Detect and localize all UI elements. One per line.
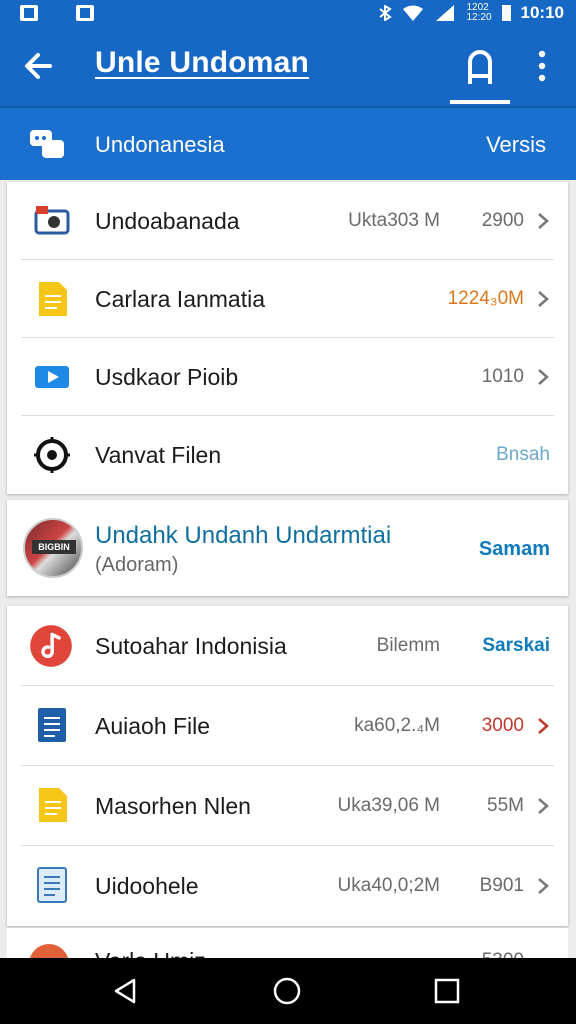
item-count: 1224₃0M: [447, 288, 524, 309]
target-icon: [34, 437, 70, 473]
nav-back-icon[interactable]: [110, 976, 140, 1006]
item-name: Uidoohele: [95, 872, 199, 899]
item-count: 1010: [481, 366, 524, 387]
avatar-label: BIGBIN: [32, 540, 76, 554]
item-name: Carlara Ianmatia: [95, 285, 266, 312]
camera-icon: [34, 206, 70, 235]
list-item[interactable]: Sutoahar Indonisia Bilemm Sarskai: [7, 606, 568, 686]
list-item[interactable]: Undoabanada Ukta303 M 2900: [7, 182, 568, 260]
subheader-title: Undonanesia: [95, 132, 225, 157]
item-count: 5300: [482, 950, 524, 958]
list-item[interactable]: Masorhen Nlen Uka39,06 M 55M: [7, 766, 568, 846]
item-name: Varla Umiz: [95, 948, 206, 958]
list-item[interactable]: Usdkaor Pioib 1010: [7, 338, 568, 416]
item-count: B901: [479, 875, 524, 896]
chevron-right-icon: [538, 798, 549, 814]
notification-icon: [20, 5, 38, 21]
file-list-card: Undoabanada Ukta303 M 2900 Carlara Ianma…: [7, 182, 568, 494]
sub-header[interactable]: Undonanesia Versis: [0, 106, 576, 180]
item-name: Undoabanada: [95, 207, 240, 234]
chevron-right-icon: [538, 291, 549, 307]
chat-bubbles-icon: [30, 130, 64, 158]
version-label[interactable]: Versis: [486, 132, 546, 158]
featured-action-button[interactable]: Samam: [479, 538, 550, 561]
active-tab-indicator: [450, 100, 510, 104]
app-bar: Unle Undoman: [0, 26, 576, 106]
text-file-icon: [37, 867, 67, 903]
partial-list-item[interactable]: Varla Umiz 5300: [7, 928, 568, 958]
item-size: ka60,2.₄M: [354, 715, 440, 736]
featured-title: Undahk Undanh Undarmtiai: [95, 522, 392, 549]
image-notification-icon: [76, 5, 94, 21]
item-size: Bilemm: [376, 635, 440, 656]
item-name: Usdkaor Pioib: [95, 363, 239, 390]
file-list-card-2: Sutoahar Indonisia Bilemm Sarskai Auiaoh…: [7, 606, 568, 926]
chevron-right-icon: [538, 878, 549, 894]
system-nav-bar: [0, 958, 576, 1024]
item-name: Masorhen Nlen: [95, 792, 251, 819]
item-name: Sutoahar Indonisia: [95, 632, 287, 659]
document-yellow-icon: [39, 788, 67, 822]
item-name: Vanvat Filen: [95, 441, 222, 468]
profile-icon[interactable]: [460, 44, 500, 88]
video-play-icon: [35, 366, 69, 388]
bluetooth-icon: [379, 5, 393, 21]
item-count: 3000: [481, 715, 524, 736]
partial-item-icon: [29, 944, 69, 958]
status-bar: 1202 12:20 10:10: [0, 0, 576, 26]
list-item[interactable]: Carlara Ianmatia 1224₃0M: [7, 260, 568, 338]
featured-subtitle: (Adoram): [95, 554, 179, 576]
more-options-icon[interactable]: [532, 48, 552, 84]
item-count: 55M: [487, 795, 524, 816]
nav-recents-icon[interactable]: [432, 976, 462, 1006]
item-size: Uka40,0;2M: [337, 875, 440, 896]
status-clock: 10:10: [520, 3, 564, 22]
avatar: BIGBIN: [23, 518, 83, 578]
chevron-right-icon: [538, 718, 549, 734]
chevron-right-icon: [538, 213, 549, 229]
battery-icon: [501, 5, 511, 21]
page-title: Unle Undoman: [95, 46, 310, 79]
list-item[interactable]: Uidoohele Uka40,0;2M B901: [7, 846, 568, 926]
item-count: Bnsah: [496, 444, 550, 465]
wifi-icon: [403, 5, 424, 21]
back-arrow-icon[interactable]: [20, 46, 60, 86]
item-size: Ukta303 M: [348, 210, 440, 231]
chevron-right-icon: [538, 369, 549, 385]
item-action[interactable]: Sarskai: [482, 635, 550, 657]
list-item[interactable]: Vanvat Filen Bnsah: [7, 416, 568, 494]
item-size: Uka39,06 M: [337, 795, 440, 816]
music-note-icon: [30, 625, 72, 667]
signal-icon: [436, 5, 455, 21]
list-item[interactable]: Auiaoh File ka60,2.₄M 3000: [7, 686, 568, 766]
item-count: 2900: [481, 210, 524, 231]
status-small-text: 1202 12:20: [466, 2, 492, 23]
document-yellow-icon: [39, 282, 67, 316]
nav-home-icon[interactable]: [272, 976, 302, 1006]
document-blue-icon: [38, 708, 66, 742]
item-name: Auiaoh File: [95, 712, 211, 739]
featured-card[interactable]: BIGBIN Undahk Undanh Undarmtiai (Adoram)…: [7, 500, 568, 596]
